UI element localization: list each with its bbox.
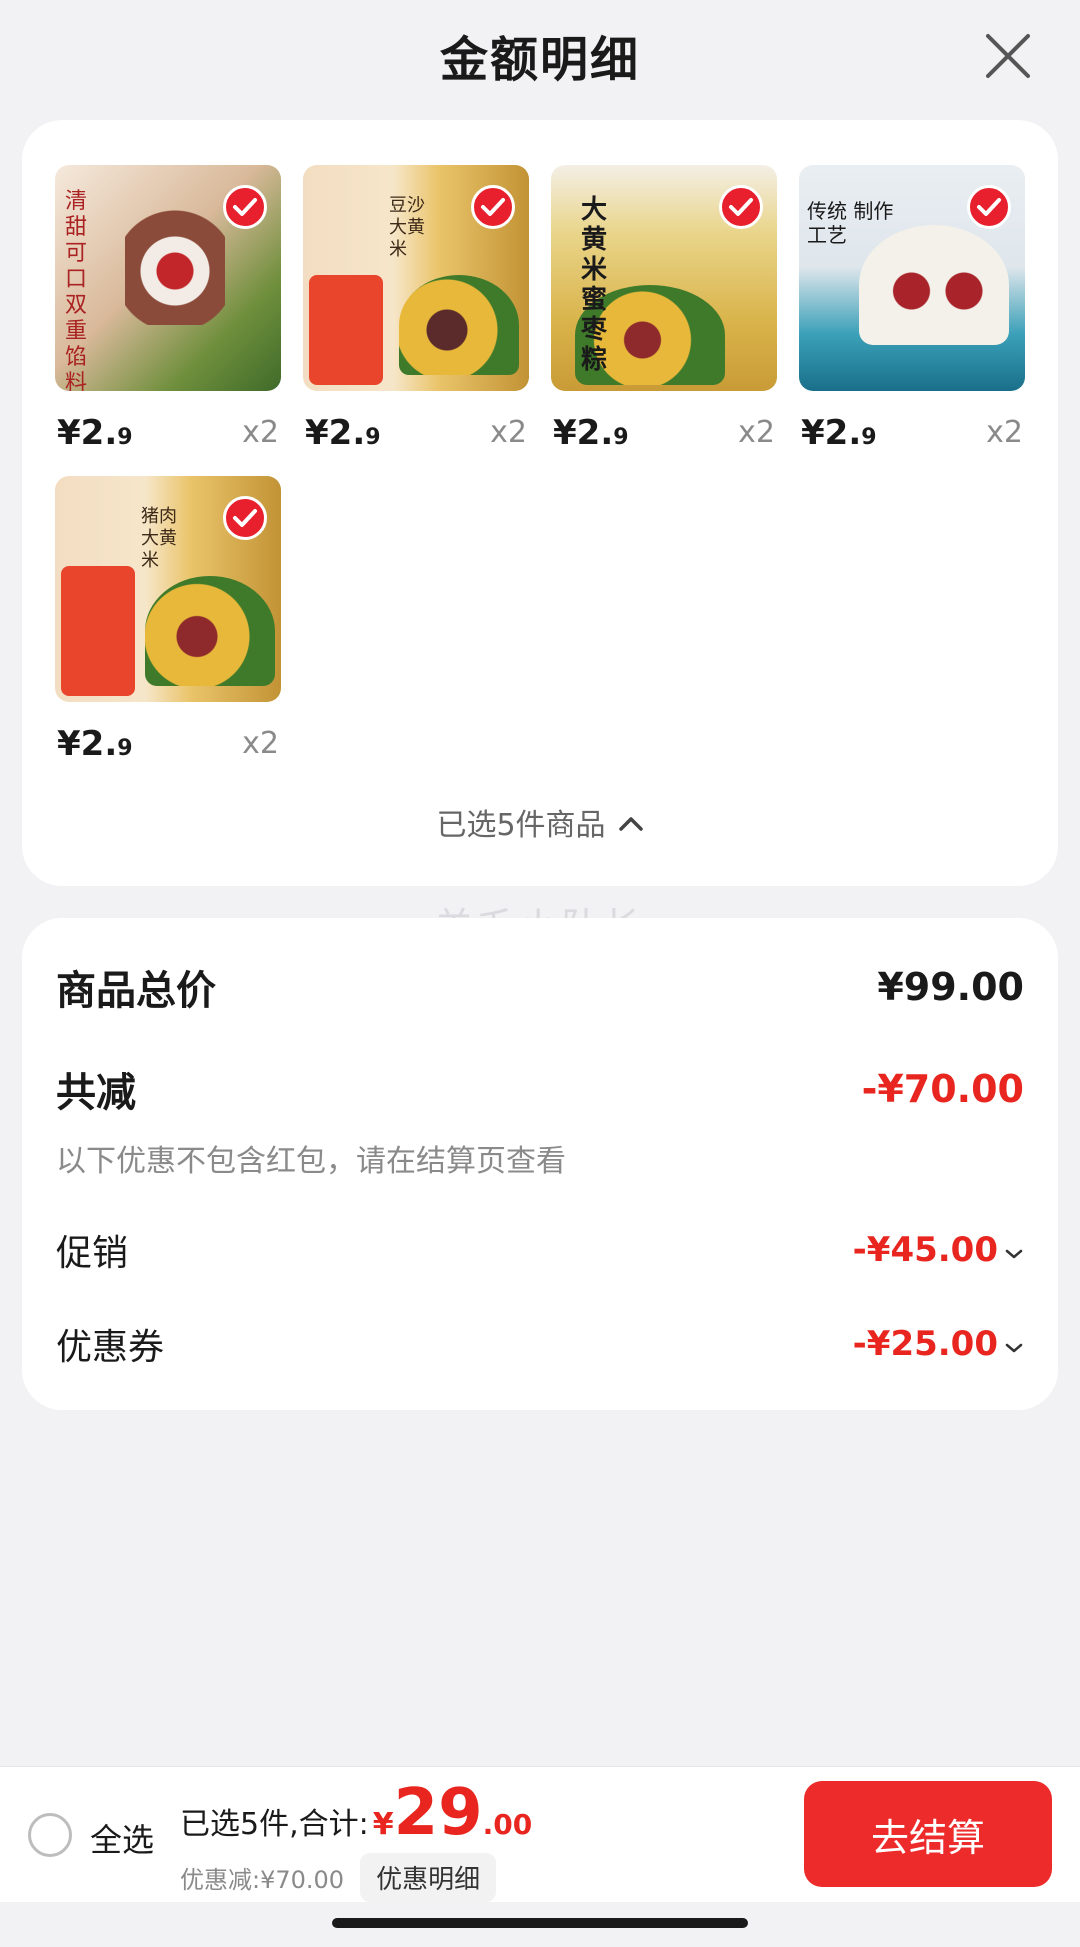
select-all-label[interactable]: 全选 <box>90 1815 154 1861</box>
product-thumbnail[interactable]: 豆沙 大黄米 <box>303 165 529 391</box>
selected-count-label: 已选5件商品 <box>436 808 606 843</box>
product-price: ¥2.9 <box>57 413 133 453</box>
total-reduction-row: 共减 -¥70.00 <box>56 1060 1024 1118</box>
selected-count-toggle[interactable]: 已选5件商品 <box>22 800 1058 844</box>
product-thumbnail[interactable]: 猪肉 大黄米 <box>55 476 281 702</box>
product-quantity: x2 <box>986 415 1023 450</box>
chevron-down-icon <box>1004 1324 1024 1364</box>
thumbnail-caption: 传统 制作工艺 <box>807 199 894 247</box>
total-price-value: ¥99.00 <box>877 965 1024 1009</box>
total-reduction-label: 共减 <box>56 1070 136 1116</box>
discount-summary: 优惠减:¥70.00 优惠明细 <box>180 1853 497 1902</box>
product-thumbnail[interactable]: 清甜可口 双重馅料 <box>55 165 281 391</box>
promotion-row[interactable]: 促销 -¥45.00 <box>56 1224 1024 1276</box>
product-quantity: x2 <box>242 726 279 761</box>
coupon-value[interactable]: -¥25.00 <box>853 1324 1024 1364</box>
total-price-label: 商品总价 <box>56 968 216 1014</box>
promotion-value[interactable]: -¥45.00 <box>853 1230 1024 1270</box>
product-quantity: x2 <box>242 415 279 450</box>
product-price: ¥2.9 <box>553 413 629 453</box>
product-quantity: x2 <box>490 415 527 450</box>
select-all-radio[interactable] <box>28 1813 72 1857</box>
page-title: 金额明细 <box>439 32 640 88</box>
coupon-label: 优惠券 <box>56 1327 165 1368</box>
cart-total-decimal: .00 <box>482 1808 533 1841</box>
chevron-down-icon <box>1004 1230 1024 1270</box>
discount-note: 以下优惠不包含红包，请在结算页查看 <box>56 1144 566 1179</box>
thumbnail-caption: 猪肉 大黄米 <box>141 506 177 571</box>
promotion-label: 促销 <box>56 1233 129 1274</box>
checkout-bar: 全选 已选5件,合计: ¥ 29 .00 优惠减:¥70.00 优惠明细 去结算 <box>0 1766 1080 1902</box>
price-summary-card: 商品总价 ¥99.00 共减 -¥70.00 以下优惠不包含红包，请在结算页查看… <box>22 918 1058 1410</box>
product-price: ¥2.9 <box>305 413 381 453</box>
coupon-row[interactable]: 优惠券 -¥25.00 <box>56 1318 1024 1370</box>
product-thumbnail[interactable]: 传统 制作工艺 <box>799 165 1025 391</box>
product-thumbnail[interactable]: 大黄米 蜜枣粽 <box>551 165 777 391</box>
total-price-row: 商品总价 ¥99.00 <box>56 958 1024 1016</box>
selected-check-icon[interactable] <box>223 185 267 229</box>
cart-total: 已选5件,合计: ¥ 29 .00 <box>180 1781 532 1845</box>
thumbnail-caption: 清甜可口 双重馅料 <box>65 189 88 391</box>
cart-total-integer: 29 <box>393 1776 483 1850</box>
total-reduction-value: -¥70.00 <box>861 1067 1024 1111</box>
cart-total-label: 已选5件,合计: <box>180 1807 369 1842</box>
selected-check-icon[interactable] <box>471 185 515 229</box>
selected-check-icon[interactable] <box>719 185 763 229</box>
checkout-button[interactable]: 去结算 <box>804 1781 1052 1887</box>
thumbnail-caption: 大黄米 蜜枣粽 <box>581 195 608 375</box>
discount-detail-button[interactable]: 优惠明细 <box>360 1853 497 1902</box>
product-price: ¥2.9 <box>801 413 877 453</box>
close-icon[interactable] <box>980 28 1036 84</box>
selected-check-icon[interactable] <box>967 185 1011 229</box>
product-quantity: x2 <box>738 415 775 450</box>
currency-symbol: ¥ <box>372 1807 394 1842</box>
selected-check-icon[interactable] <box>223 496 267 540</box>
thumbnail-caption: 豆沙 大黄米 <box>389 195 425 260</box>
chevron-up-icon <box>618 805 644 840</box>
selected-products-card: 清甜可口 双重馅料 ¥2.9 x2 豆沙 大黄米 ¥2.9 x2 大黄米 蜜枣粽… <box>22 120 1058 886</box>
home-indicator <box>332 1918 748 1928</box>
modal-header: 金额明细 <box>0 0 1080 110</box>
product-price: ¥2.9 <box>57 724 133 764</box>
discount-amount: 优惠减:¥70.00 <box>180 1866 345 1894</box>
